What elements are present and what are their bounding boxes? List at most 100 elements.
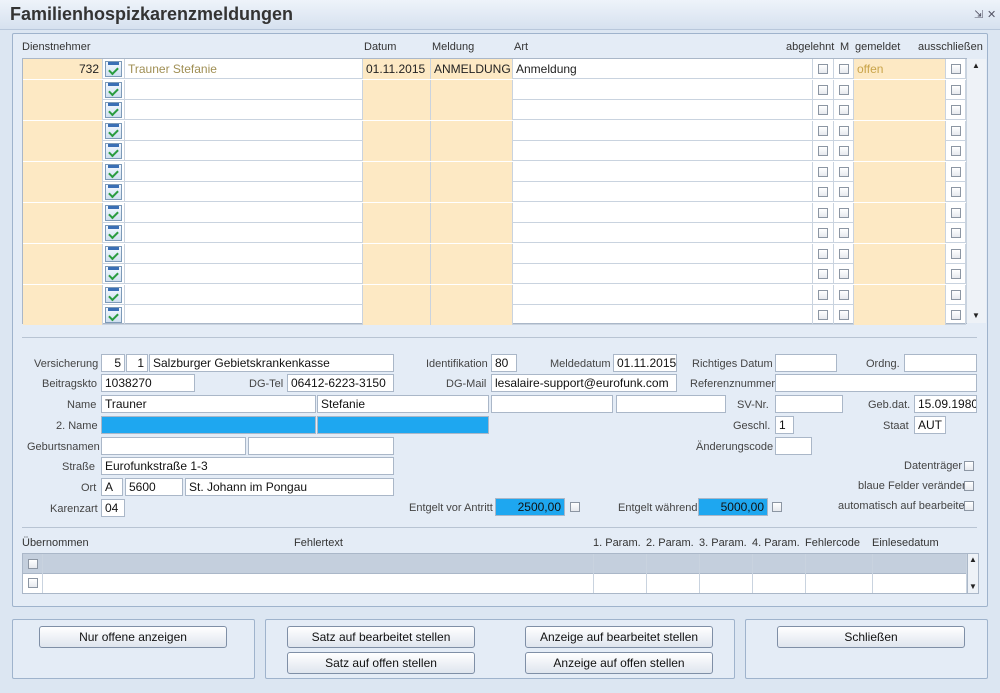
meldung-cell[interactable] (431, 305, 513, 325)
meldung-cell[interactable] (431, 182, 513, 202)
abgelehnt-checkbox[interactable] (818, 84, 828, 95)
dienstnehmer-name-cell[interactable] (125, 284, 363, 305)
beitragskto-field[interactable]: 1038270 (101, 374, 195, 392)
abgelehnt-checkbox[interactable] (818, 228, 828, 238)
abgelehnt-cell[interactable] (813, 100, 834, 120)
gemeldet-cell[interactable] (854, 223, 946, 243)
dienstnehmer-name-cell[interactable] (125, 141, 363, 161)
m-checkbox[interactable] (839, 207, 849, 218)
datum-cell[interactable] (363, 243, 431, 264)
table-row[interactable] (23, 79, 966, 100)
m-cell[interactable] (834, 59, 854, 79)
select-cell[interactable] (103, 100, 125, 120)
select-cell[interactable] (103, 161, 125, 182)
abgelehnt-checkbox[interactable] (818, 289, 828, 300)
gemeldet-cell[interactable] (854, 161, 946, 182)
abgelehnt-cell[interactable] (813, 59, 834, 79)
select-cell[interactable] (103, 202, 125, 223)
dienstnehmer-nr-cell[interactable] (23, 100, 103, 120)
vorname-field[interactable]: Stefanie (317, 395, 489, 413)
check-document-icon[interactable] (105, 143, 122, 159)
ausschliessen-checkbox[interactable] (951, 228, 961, 238)
gemeldet-cell[interactable] (854, 202, 946, 223)
ausschliessen-cell[interactable] (946, 243, 966, 264)
dienstnehmer-nr-cell[interactable] (23, 284, 103, 305)
ausschliessen-checkbox[interactable] (951, 207, 961, 218)
name-extra1-field[interactable] (491, 395, 613, 413)
scroll-up-icon[interactable]: ▲ (969, 555, 977, 564)
meldung-cell[interactable] (431, 120, 513, 141)
abgelehnt-cell[interactable] (813, 161, 834, 182)
richtiges-datum-field[interactable] (775, 354, 837, 372)
check-document-icon[interactable] (105, 286, 122, 303)
select-cell[interactable] (103, 264, 125, 284)
ausschliessen-cell[interactable] (946, 161, 966, 182)
m-checkbox[interactable] (839, 310, 849, 320)
datum-cell[interactable]: 01.11.2015 (363, 59, 431, 79)
scroll-down-icon[interactable]: ▼ (972, 311, 980, 320)
m-checkbox[interactable] (839, 105, 849, 115)
dienstnehmer-nr-cell[interactable] (23, 202, 103, 223)
dienstnehmer-name-cell[interactable] (125, 79, 363, 100)
check-document-icon[interactable] (105, 225, 122, 241)
geb-dat-field[interactable]: 15.09.1980 (914, 395, 977, 413)
abgelehnt-cell[interactable] (813, 182, 834, 202)
art-cell[interactable] (513, 79, 813, 100)
gemeldet-cell[interactable] (854, 141, 946, 161)
abgelehnt-checkbox[interactable] (818, 207, 828, 218)
check-document-icon[interactable] (105, 307, 122, 323)
check-document-icon[interactable] (105, 204, 122, 221)
abgelehnt-checkbox[interactable] (818, 146, 828, 156)
gemeldet-cell[interactable] (854, 264, 946, 284)
meldung-cell[interactable] (431, 243, 513, 264)
staat-field[interactable]: AUT (914, 416, 946, 434)
art-cell[interactable] (513, 141, 813, 161)
close-icon[interactable]: ✕ (987, 8, 996, 21)
dienstnehmer-name-cell[interactable] (125, 161, 363, 182)
table-row[interactable] (23, 141, 966, 161)
ausschliessen-checkbox[interactable] (951, 84, 961, 95)
ausschliessen-checkbox[interactable] (951, 310, 961, 320)
datum-cell[interactable] (363, 223, 431, 243)
table-row[interactable] (23, 120, 966, 141)
scroll-down-icon[interactable]: ▼ (969, 582, 977, 591)
meldung-cell[interactable] (431, 202, 513, 223)
dienstnehmer-name-cell[interactable] (125, 305, 363, 325)
datum-cell[interactable] (363, 161, 431, 182)
select-cell[interactable] (103, 243, 125, 264)
table-row[interactable] (23, 305, 966, 325)
ausschliessen-checkbox[interactable] (951, 187, 961, 197)
ausschliessen-cell[interactable] (946, 305, 966, 325)
plz-field[interactable]: 5600 (125, 478, 183, 496)
datentraeger-checkbox[interactable] (964, 461, 974, 471)
dienstnehmer-name-cell[interactable] (125, 264, 363, 284)
scroll-up-icon[interactable]: ▲ (972, 61, 980, 70)
dienstnehmer-name-cell[interactable] (125, 120, 363, 141)
abgelehnt-checkbox[interactable] (818, 125, 828, 136)
table-scrollbar[interactable]: ▲ ▼ (966, 59, 986, 323)
m-checkbox[interactable] (839, 84, 849, 95)
art-cell[interactable] (513, 182, 813, 202)
dg-mail-field[interactable]: lesalaire-support@eurofunk.com (491, 374, 677, 392)
gemeldet-cell[interactable] (854, 100, 946, 120)
dienstnehmer-nr-cell[interactable] (23, 79, 103, 100)
entgelt-vor-field[interactable]: 2500,00 (495, 498, 565, 516)
meldedatum-field[interactable]: 01.11.2015 (613, 354, 677, 372)
art-cell[interactable]: Anmeldung (513, 59, 813, 79)
check-document-icon[interactable] (105, 61, 122, 77)
select-cell[interactable] (103, 305, 125, 325)
aenderungscode-field[interactable] (775, 437, 812, 455)
m-cell[interactable] (834, 161, 854, 182)
table-row[interactable] (23, 284, 966, 305)
art-cell[interactable] (513, 284, 813, 305)
dienstnehmer-nr-cell[interactable] (23, 305, 103, 325)
ausschliessen-checkbox[interactable] (951, 166, 961, 177)
abgelehnt-checkbox[interactable] (818, 105, 828, 115)
ausschliessen-cell[interactable] (946, 100, 966, 120)
karenzart-field[interactable]: 04 (101, 499, 125, 517)
meldung-cell[interactable] (431, 223, 513, 243)
m-cell[interactable] (834, 120, 854, 141)
land-field[interactable]: A (101, 478, 123, 496)
dienstnehmer-nr-cell[interactable] (23, 264, 103, 284)
sv-nr-field[interactable] (775, 395, 843, 413)
